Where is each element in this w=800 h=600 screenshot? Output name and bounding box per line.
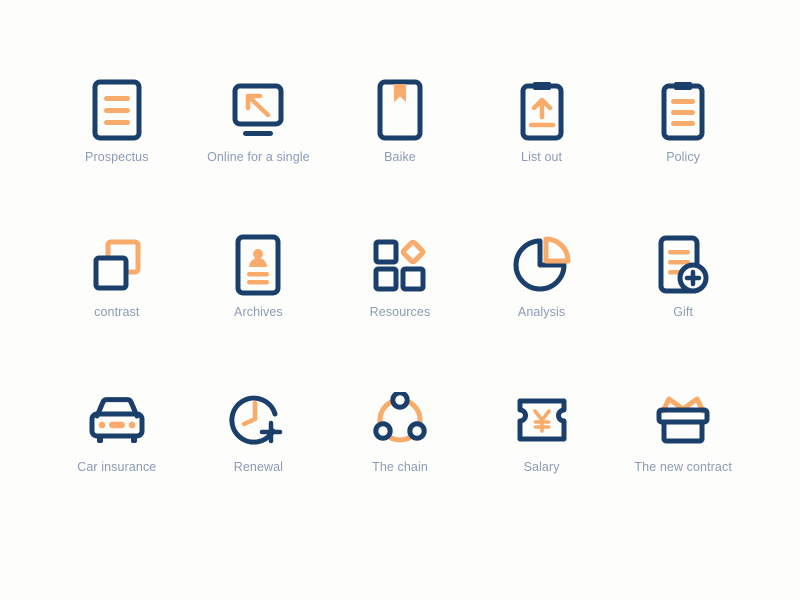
icon-label: Baike <box>384 150 416 164</box>
pie-chart-icon[interactable] <box>510 233 574 297</box>
icon-row: Prospectus Online for a single Baike Lis… <box>46 78 754 233</box>
icon-cell-car-insurance[interactable]: Car insurance <box>46 388 188 474</box>
icon-label: Car insurance <box>77 460 157 474</box>
ticket-yen-icon[interactable] <box>510 388 574 452</box>
icon-label: The new contract <box>634 460 732 474</box>
icon-row: Car insurance Renewal The chain Salary T… <box>46 388 754 543</box>
icon-row: contrast Archives Resources Analysis Gif… <box>46 233 754 388</box>
icon-cell-archives[interactable]: Archives <box>188 233 330 319</box>
icon-label: Resources <box>369 305 431 319</box>
icon-cell-prospectus[interactable]: Prospectus <box>46 78 188 164</box>
icon-label: Salary <box>523 460 560 474</box>
id-card-person-icon[interactable] <box>226 233 290 297</box>
icon-cell-salary[interactable]: Salary <box>471 388 613 474</box>
icon-sheet: Prospectus Online for a single Baike Lis… <box>0 0 800 600</box>
icon-cell-analysis[interactable]: Analysis <box>471 233 613 319</box>
icon-cell-the-new-contract[interactable]: The new contract <box>612 388 754 474</box>
icon-cell-gift[interactable]: Gift <box>612 233 754 319</box>
icon-label: Renewal <box>233 460 284 474</box>
icon-label: Gift <box>673 305 694 319</box>
overlapping-squares-icon[interactable] <box>85 233 149 297</box>
icon-label: The chain <box>372 460 428 474</box>
car-front-icon[interactable] <box>85 388 149 452</box>
icon-label: Analysis <box>517 305 566 319</box>
clock-plus-icon[interactable] <box>226 388 290 452</box>
gift-box-icon[interactable] <box>651 388 715 452</box>
icon-cell-list-out[interactable]: List out <box>471 78 613 164</box>
monitor-arrow-icon[interactable] <box>226 78 290 142</box>
icon-cell-the-chain[interactable]: The chain <box>329 388 471 474</box>
icon-cell-baike[interactable]: Baike <box>329 78 471 164</box>
icon-label: Archives <box>234 305 283 319</box>
icon-label: Online for a single <box>207 150 310 164</box>
book-bookmark-icon[interactable] <box>368 78 432 142</box>
icon-label: contrast <box>94 305 140 319</box>
grid-squares-diamond-icon[interactable] <box>368 233 432 297</box>
document-plus-icon[interactable] <box>651 233 715 297</box>
document-lines-icon[interactable] <box>85 78 149 142</box>
clipboard-upload-icon[interactable] <box>510 78 574 142</box>
icon-cell-contrast[interactable]: contrast <box>46 233 188 319</box>
icon-label: List out <box>521 150 563 164</box>
icon-label: Policy <box>666 150 701 164</box>
clipboard-lines-icon[interactable] <box>651 78 715 142</box>
three-node-ring-icon[interactable] <box>368 388 432 452</box>
icon-cell-renewal[interactable]: Renewal <box>188 388 330 474</box>
icon-cell-policy[interactable]: Policy <box>612 78 754 164</box>
icon-cell-resources[interactable]: Resources <box>329 233 471 319</box>
icon-label: Prospectus <box>85 150 149 164</box>
icon-cell-online-for-single[interactable]: Online for a single <box>188 78 330 164</box>
